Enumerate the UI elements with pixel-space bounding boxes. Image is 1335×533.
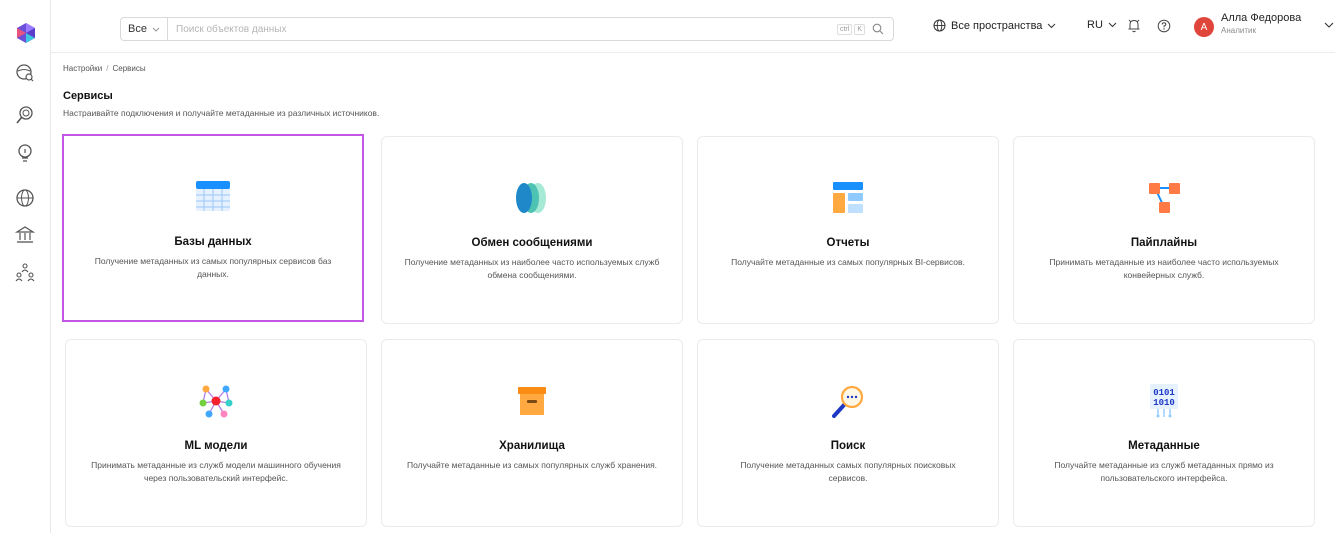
card-description: Принимать метаданные из служб модели маш…	[91, 460, 341, 483]
service-card-metadata[interactable]: 0101 1010 Метаданные Получайте метаданны…	[1013, 339, 1315, 527]
search-service-icon	[832, 385, 864, 418]
service-card-reports[interactable]: Отчеты Получайте метаданные из самых поп…	[697, 136, 999, 324]
help-icon[interactable]	[1157, 19, 1171, 33]
ml-model-icon	[199, 385, 233, 418]
explore-icon[interactable]	[15, 63, 35, 83]
language-label: RU	[1087, 19, 1103, 31]
dashboard-icon	[833, 182, 863, 213]
user-role: Аналитик	[1221, 26, 1256, 35]
search-input[interactable]	[168, 19, 837, 39]
service-card-search[interactable]: Поиск Получение метаданных самых популяр…	[697, 339, 999, 527]
service-card-storage[interactable]: Хранилища Получайте метаданные из самых …	[381, 339, 683, 527]
search-scope-dropdown[interactable]: Все	[121, 18, 168, 40]
card-description: Получайте метаданные из служб метаданных…	[1054, 460, 1274, 483]
card-description: Получение метаданных из самых популярных…	[94, 256, 332, 279]
storage-box-icon	[518, 387, 546, 415]
card-title: Пайплайны	[1130, 237, 1198, 249]
shortcut-ctrl-key: ctrl	[836, 23, 853, 35]
user-name[interactable]: Алла Федорова	[1221, 12, 1301, 24]
card-title: Базы данных	[174, 236, 252, 248]
card-title: Обмен сообщениями	[471, 237, 593, 249]
globe-icon[interactable]	[15, 188, 35, 208]
service-card-messaging[interactable]: Обмен сообщениями Получение метаданных и…	[381, 136, 683, 324]
card-description: Получайте метаданные из самых популярных…	[406, 460, 658, 470]
user-menu-chevron-icon[interactable]	[1324, 22, 1334, 28]
search-icon	[872, 23, 884, 35]
insights-bulb-icon[interactable]	[15, 143, 35, 163]
page-subtitle: Настраивайте подключения и получайте мет…	[63, 108, 380, 118]
shortcut-k-key: K	[854, 23, 865, 35]
app-logo-icon[interactable]	[15, 22, 37, 44]
svg-text:1010: 1010	[1153, 398, 1175, 408]
card-description: Получение метаданных из наиболее часто и…	[404, 257, 660, 280]
database-icon	[196, 181, 230, 211]
governance-icon[interactable]	[15, 225, 35, 245]
pipeline-icon	[1149, 183, 1180, 213]
page-title: Сервисы	[63, 90, 113, 102]
spaces-label: Все пространства	[951, 19, 1043, 32]
card-description: Получайте метаданные из самых популярных…	[731, 257, 965, 267]
quality-search-icon[interactable]	[15, 105, 35, 125]
top-bar: Все ctrl K Все пространства RU А Алла Фе…	[51, 0, 1335, 53]
globe-icon	[933, 19, 946, 32]
sidebar	[0, 0, 51, 533]
messaging-icon	[516, 183, 546, 213]
binary-metadata-icon: 0101 1010	[1150, 384, 1178, 418]
chevron-down-icon	[1108, 22, 1117, 28]
card-title: Метаданные	[1128, 440, 1200, 452]
card-title: Поиск	[830, 440, 866, 452]
language-dropdown[interactable]: RU	[1087, 19, 1117, 31]
search-bar: Все ctrl K	[120, 17, 894, 41]
service-card-pipelines[interactable]: Пайплайны Принимать метаданные из наибол…	[1013, 136, 1315, 324]
search-scope-label: Все	[128, 23, 147, 35]
service-card-databases[interactable]: Базы данных Получение метаданных из самы…	[62, 134, 364, 322]
chevron-down-icon	[1048, 23, 1056, 28]
card-title: ML модели	[184, 440, 248, 452]
card-description: Принимать метаданные из наиболее часто и…	[1049, 257, 1279, 280]
teams-icon[interactable]	[15, 262, 35, 282]
avatar[interactable]: А	[1194, 17, 1214, 37]
card-description: Получение метаданных самых популярных по…	[740, 460, 956, 483]
breadcrumb-separator: /	[106, 64, 109, 73]
breadcrumb-item-settings[interactable]: Настройки	[63, 64, 102, 73]
card-title: Хранилища	[499, 440, 565, 452]
search-button[interactable]	[867, 18, 889, 40]
breadcrumb: Настройки / Сервисы	[63, 64, 146, 73]
chevron-down-icon	[152, 27, 160, 32]
breadcrumb-item-services: Сервисы	[112, 64, 146, 73]
spaces-dropdown[interactable]: Все пространства	[933, 19, 1056, 32]
notification-bell-icon[interactable]	[1127, 18, 1141, 33]
service-card-ml-models[interactable]: ML модели Принимать метаданные из служб …	[65, 339, 367, 527]
svg-text:0101: 0101	[1153, 388, 1175, 398]
card-title: Отчеты	[826, 237, 870, 249]
